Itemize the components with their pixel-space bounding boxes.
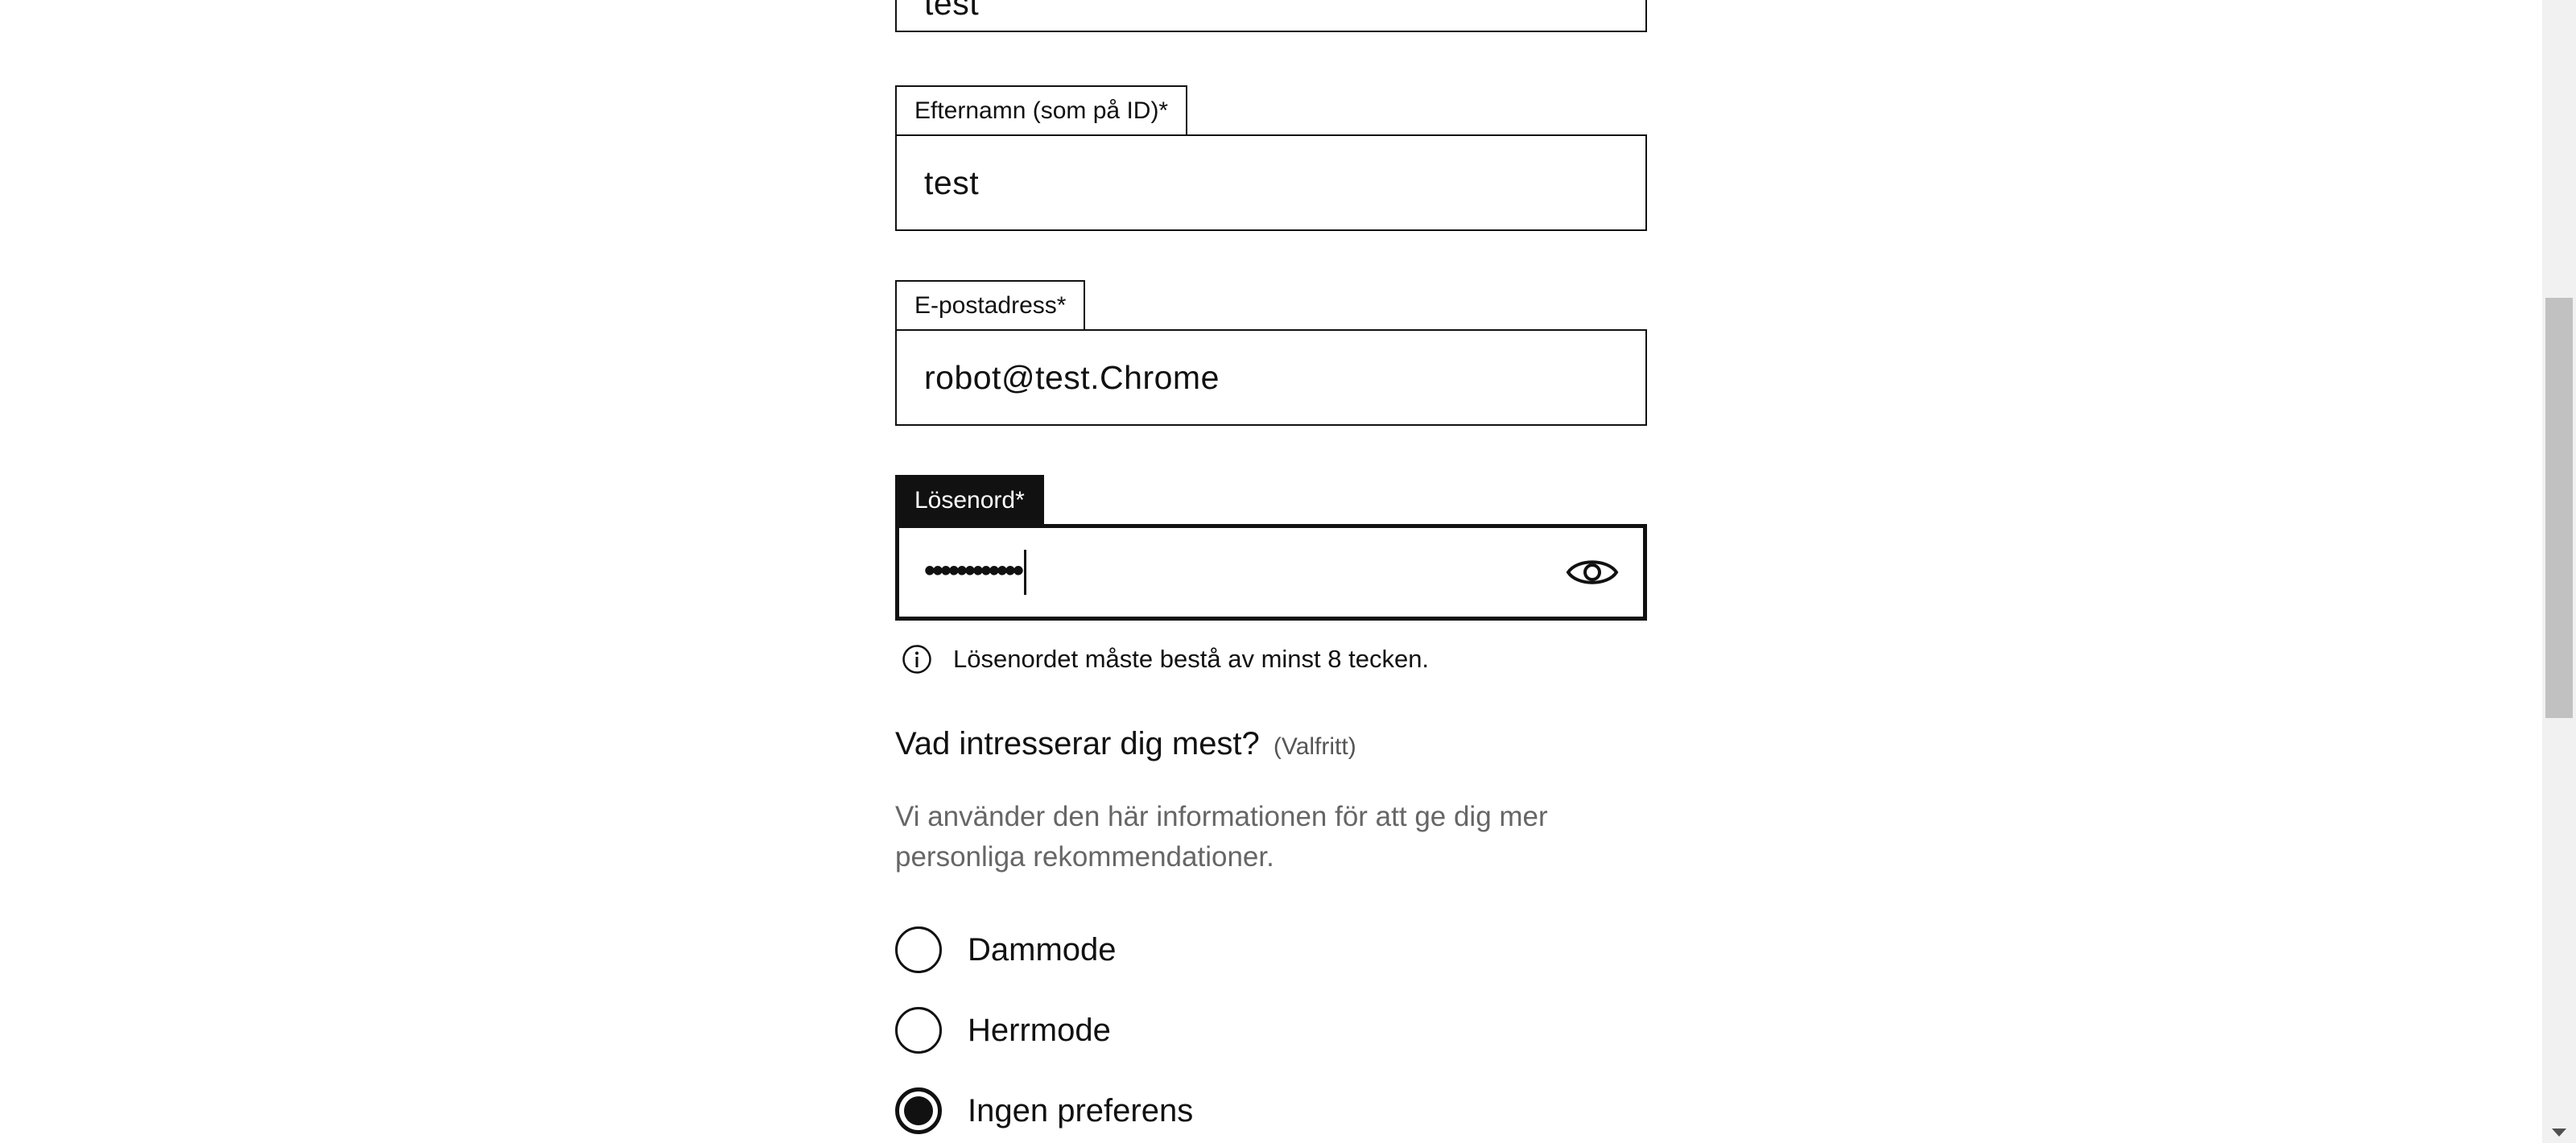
scroll-down-arrow-icon[interactable] [2552,1129,2566,1137]
scrollbar-thumb[interactable] [2545,298,2573,718]
last-name-field[interactable]: test [895,134,1647,231]
eye-icon[interactable] [1566,554,1619,591]
interests-title: Vad intresserar dig mest? (Valfritt) [895,726,1356,762]
radio-label: Herrmode [968,1012,1111,1048]
radio-label: Dammode [968,931,1117,968]
info-icon [902,645,931,674]
first-name-field[interactable]: test [895,0,1647,32]
page-scrollbar[interactable] [2542,0,2576,1143]
interests-title-text: Vad intresserar dig mest? [895,726,1260,761]
radio-option-ingen-preferens[interactable]: Ingen preferens [895,1087,1193,1134]
password-masked-value: •••••••••••• [924,553,1024,588]
interests-description: Vi använder den här informationen för at… [895,801,1548,873]
last-name-label: Efternamn (som på ID)* [895,85,1188,135]
page: test Efternamn (som på ID)* test E-posta… [0,0,2576,1143]
password-hint: Lösenordet måste bestå av minst 8 tecken… [902,644,1429,675]
email-field[interactable]: robot@test.Chrome [895,329,1647,426]
interests-optional: (Valfritt) [1273,733,1356,760]
first-name-value: test [924,0,980,22]
password-label: Lösenord* [895,475,1044,525]
last-name-value: test [924,163,980,201]
radio-option-dammode[interactable]: Dammode [895,926,1117,973]
text-caret [1024,550,1027,595]
radio-button-checked[interactable] [895,1087,942,1134]
email-value: robot@test.Chrome [924,358,1220,396]
radio-button[interactable] [895,926,942,973]
radio-label: Ingen preferens [968,1092,1194,1129]
radio-option-herrmode[interactable]: Herrmode [895,1007,1111,1054]
email-label: E-postadress* [895,280,1086,330]
radio-button[interactable] [895,1007,942,1054]
password-hint-text: Lösenordet måste bestå av minst 8 tecken… [953,645,1430,673]
password-field[interactable]: •••••••••••• [895,524,1647,621]
